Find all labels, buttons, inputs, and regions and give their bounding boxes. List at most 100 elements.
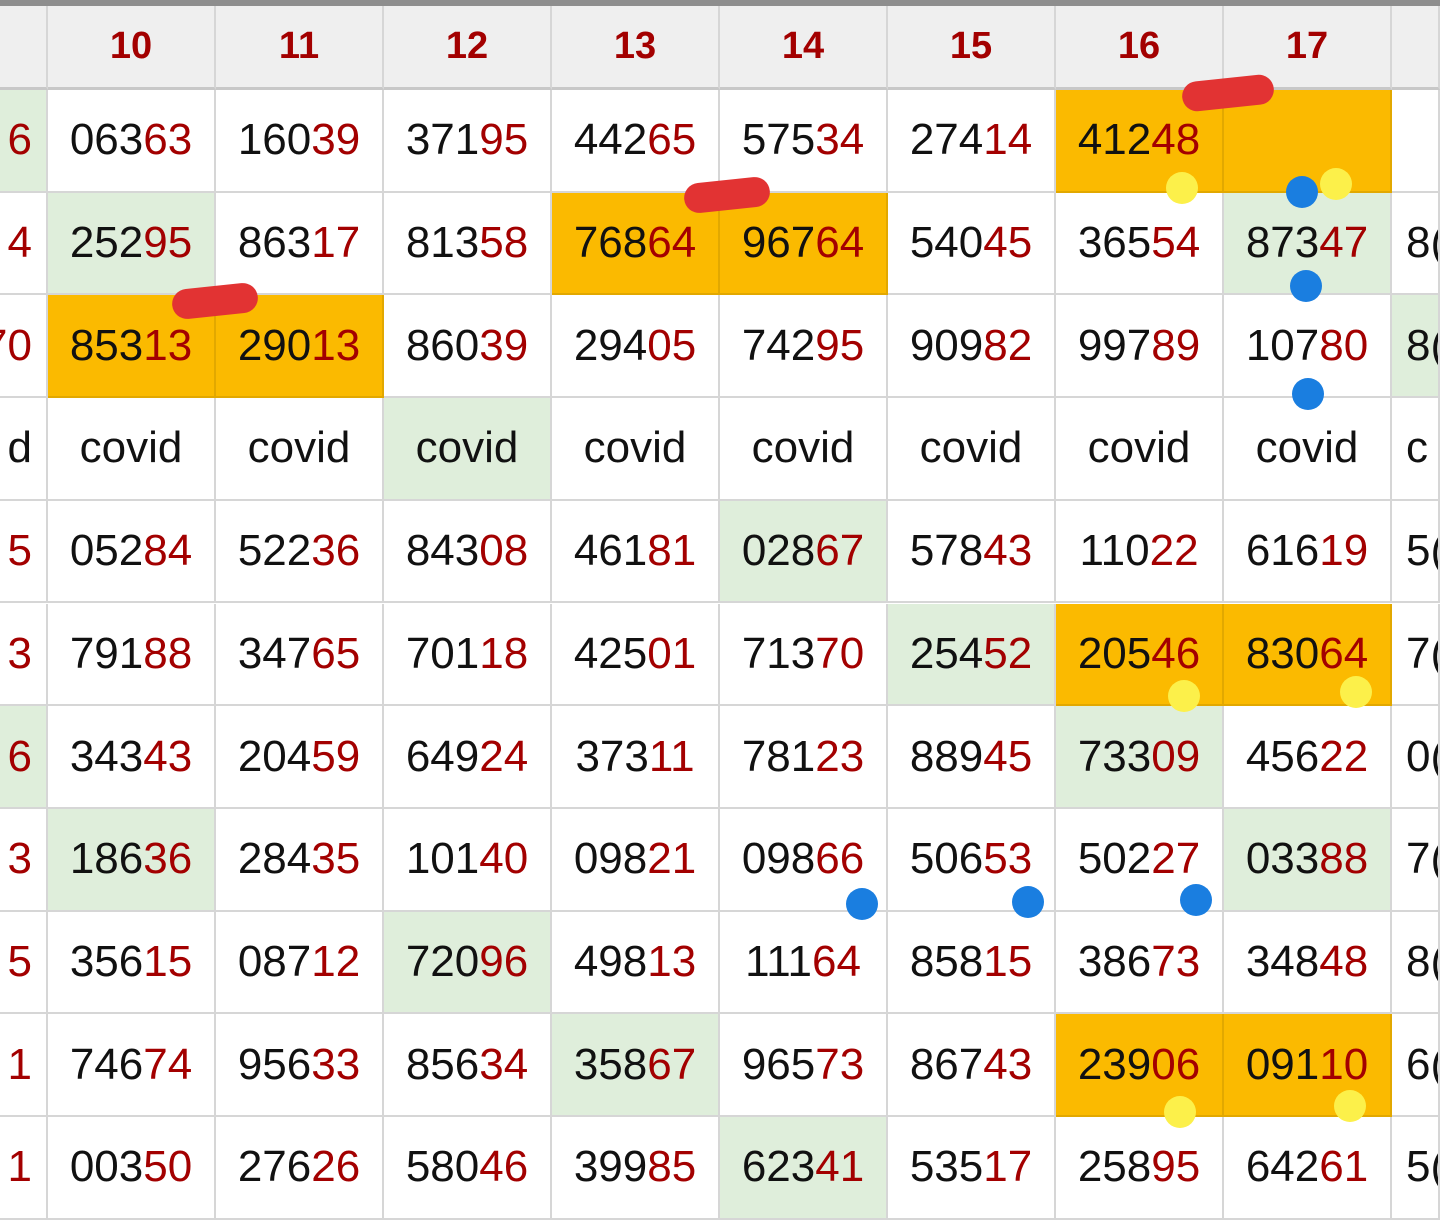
clipped-text: 3 — [7, 628, 32, 678]
table-cell-clipped-left: 4 — [0, 192, 48, 296]
number-lead-digits: 461 — [573, 526, 648, 576]
number-lead-digits: 506 — [909, 834, 984, 884]
number-lead-digits: 107 — [1245, 320, 1320, 370]
number-lead-digits: 498 — [573, 936, 648, 986]
number-lead-digits: 254 — [909, 628, 984, 678]
table-cell: covid — [720, 398, 888, 501]
number-tail-digits: 81 — [647, 526, 697, 576]
number-tail-digits: 48 — [1319, 936, 1369, 986]
number-lead-digits: 258 — [1077, 1142, 1152, 1192]
number-lead-digits: 830 — [1245, 628, 1320, 678]
number-lead-digits: 873 — [1245, 218, 1320, 268]
clipped-text: c — [1406, 423, 1428, 473]
table-cell-clipped-left: 5 — [0, 500, 48, 604]
header-cell-10: 10 — [48, 6, 216, 90]
table-cell: 033 88 — [1224, 808, 1392, 912]
clipped-text: 5 — [7, 526, 32, 576]
table-cell: 742 95 — [720, 295, 888, 399]
number-lead-digits: 909 — [909, 320, 984, 370]
number-tail-digits: 45 — [983, 731, 1033, 781]
table-cell: covid — [1056, 398, 1224, 501]
table-cell: 889 45 — [888, 706, 1056, 809]
cell-text: covid — [919, 423, 1023, 473]
number-tail-digits: 85 — [647, 1142, 697, 1192]
header-cell-16: 16 — [1056, 6, 1224, 90]
number-tail-digits: 01 — [647, 628, 697, 678]
header-cell-left — [0, 6, 48, 90]
number-tail-digits: 09 — [1151, 731, 1201, 781]
table-cell: 252 95 — [48, 192, 216, 296]
table-cell-clipped-right: 7( — [1392, 603, 1440, 707]
header-cell-14: 14 — [720, 6, 888, 90]
number-tail-digits: 14 — [983, 115, 1033, 165]
number-tail-digits: 82 — [983, 320, 1033, 370]
table-cell: covid — [216, 398, 384, 501]
table-cell: 371 95 — [384, 90, 552, 193]
number-lead-digits: 290 — [237, 320, 312, 370]
table-cell: 623 41 — [720, 1117, 888, 1220]
number-tail-digits: 34 — [479, 1039, 529, 1089]
table-cell-clipped-right: 7( — [1392, 808, 1440, 912]
number-lead-digits: 052 — [69, 526, 144, 576]
table-cell: 348 48 — [1224, 911, 1392, 1015]
number-tail-digits: 06 — [1151, 1039, 1201, 1089]
number-lead-digits: 701 — [405, 628, 480, 678]
table-cell: 111 64 — [720, 911, 888, 1015]
number-tail-digits: 10 — [1319, 1039, 1369, 1089]
table-cell: 063 63 — [48, 90, 216, 193]
number-lead-digits: 642 — [1245, 1142, 1320, 1192]
table-cell-clipped-left: 3 — [0, 808, 48, 912]
clipped-text: 6 — [7, 115, 32, 165]
number-tail-digits: 43 — [143, 731, 193, 781]
table-cell-clipped-left: 6 — [0, 706, 48, 809]
number-lead-digits: 365 — [1077, 218, 1152, 268]
table-cell: 813 58 — [384, 192, 552, 296]
number-lead-digits: 284 — [237, 834, 312, 884]
number-lead-digits: 623 — [741, 1142, 816, 1192]
table-cell: 412 48 — [1056, 90, 1224, 193]
number-lead-digits: 616 — [1245, 526, 1320, 576]
table-cell: 967 64 — [720, 192, 888, 296]
table-cell: 254 52 — [888, 603, 1056, 707]
number-tail-digits: 36 — [311, 526, 361, 576]
number-tail-digits: 73 — [815, 1039, 865, 1089]
table-cell: 343 43 — [48, 706, 216, 809]
number-tail-digits: 43 — [983, 1039, 1033, 1089]
number-tail-digits: 43 — [983, 526, 1033, 576]
number-lead-digits: 867 — [909, 1039, 984, 1089]
table-cell: 461 81 — [552, 500, 720, 604]
number-lead-digits: 399 — [573, 1142, 648, 1192]
number-lead-digits: 853 — [69, 320, 144, 370]
table-cell: 575 34 — [720, 90, 888, 193]
number-tail-digits: 46 — [479, 1142, 529, 1192]
number-tail-digits: 70 — [815, 628, 865, 678]
table-cell: 768 64 — [552, 192, 720, 296]
cell-text: covid — [247, 423, 351, 473]
table-cell: 649 24 — [384, 706, 552, 809]
number-tail-digits: 22 — [1149, 526, 1199, 576]
number-lead-digits: 997 — [1077, 320, 1152, 370]
table-cell: 535 17 — [888, 1117, 1056, 1220]
table-cell: 720 96 — [384, 911, 552, 1015]
number-lead-digits: 522 — [237, 526, 312, 576]
number-lead-digits: 274 — [909, 115, 984, 165]
number-lead-digits: 649 — [405, 731, 480, 781]
number-tail-digits: 67 — [815, 526, 865, 576]
number-tail-digits: 48 — [1151, 115, 1201, 165]
number-tail-digits: 15 — [143, 936, 193, 986]
number-tail-digits: 21 — [647, 834, 697, 884]
number-tail-digits: 41 — [815, 1142, 865, 1192]
table-cell-clipped-left: d — [0, 398, 48, 501]
table-cell-clipped-right: 0( — [1392, 706, 1440, 809]
column-label: 10 — [109, 25, 153, 67]
results-table: 10 11 12 13 14 15 16 17 6 063 63 160 39 371 95 442 65 575… — [0, 6, 1440, 1220]
number-tail-digits: 33 — [311, 1039, 361, 1089]
table-cell: covid — [1224, 398, 1392, 501]
table-cell: 442 65 — [552, 90, 720, 193]
clipped-text: 4 — [7, 218, 32, 268]
table-cell: covid — [48, 398, 216, 501]
number-tail-digits: 59 — [311, 731, 361, 781]
number-lead-digits: 742 — [741, 320, 816, 370]
table-cell: 274 14 — [888, 90, 1056, 193]
number-tail-digits: 17 — [983, 1142, 1033, 1192]
